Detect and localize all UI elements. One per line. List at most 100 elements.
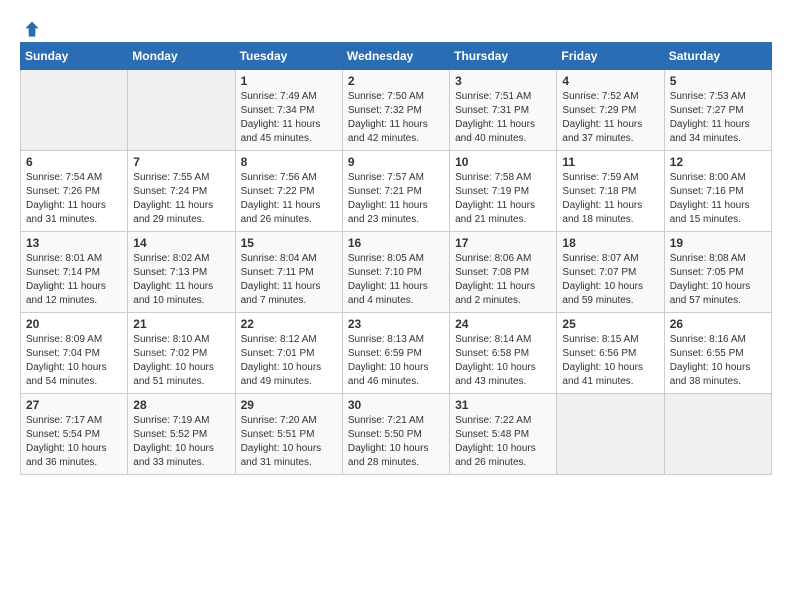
calendar-cell: 2Sunrise: 7:50 AM Sunset: 7:32 PM Daylig… (342, 70, 449, 151)
day-number: 9 (348, 155, 444, 169)
day-info: Sunrise: 7:59 AM Sunset: 7:18 PM Dayligh… (562, 171, 658, 227)
day-of-week-header: Tuesday (235, 43, 342, 70)
day-info: Sunrise: 7:20 AM Sunset: 5:51 PM Dayligh… (241, 414, 337, 470)
calendar-cell: 15 Sunrise: 8:04 AM Sunset: 7:11 PM Dayli… (235, 232, 342, 313)
day-of-week-header: Monday (128, 43, 235, 70)
day-info: Sunrise: 8:07 AM Sunset: 7:07 PM Dayligh… (562, 252, 658, 308)
calendar-cell: 27 Sunrise: 7:17 AM Sunset: 5:54 PM Dayli… (21, 394, 128, 475)
day-info: Sunrise: 8:15 AM Sunset: 6:56 PM Dayligh… (562, 333, 658, 389)
calendar-cell: 14 Sunrise: 8:02 AM Sunset: 7:13 PM Dayli… (128, 232, 235, 313)
day-of-week-header: Thursday (450, 43, 557, 70)
day-of-week-header: Sunday (21, 43, 128, 70)
day-info: Sunrise: 8:01 AM Sunset: 7:14 PM Dayligh… (26, 252, 122, 308)
calendar-header-row: SundayMondayTuesdayWednesdayThursdayFrid… (21, 43, 772, 70)
day-number: 21 (133, 317, 229, 331)
calendar-cell: 26Sunrise: 8:16 AM Sunset: 6:55 PM Dayli… (664, 313, 771, 394)
day-number: 28 (133, 398, 229, 412)
calendar-cell: 21 Sunrise: 8:10 AM Sunset: 7:02 PM Dayli… (128, 313, 235, 394)
calendar-cell: 10 Sunrise: 7:58 AM Sunset: 7:19 PM Dayli… (450, 151, 557, 232)
calendar-cell: 28 Sunrise: 7:19 AM Sunset: 5:52 PM Dayli… (128, 394, 235, 475)
logo (20, 20, 42, 32)
day-info: Sunrise: 8:02 AM Sunset: 7:13 PM Dayligh… (133, 252, 229, 308)
day-number: 3 (455, 74, 551, 88)
calendar-cell: 1 Sunrise: 7:49 AM Sunset: 7:34 PM Daylig… (235, 70, 342, 151)
day-number: 23 (348, 317, 444, 331)
calendar-cell: 20 Sunrise: 8:09 AM Sunset: 7:04 PM Dayli… (21, 313, 128, 394)
day-number: 1 (241, 74, 337, 88)
day-info: Sunrise: 7:52 AM Sunset: 7:29 PM Dayligh… (562, 90, 658, 146)
day-number: 16 (348, 236, 444, 250)
day-info: Sunrise: 8:12 AM Sunset: 7:01 PM Dayligh… (241, 333, 337, 389)
day-number: 4 (562, 74, 658, 88)
day-info: Sunrise: 7:51 AM Sunset: 7:31 PM Dayligh… (455, 90, 551, 146)
day-number: 14 (133, 236, 229, 250)
calendar-cell: 6 Sunrise: 7:54 AM Sunset: 7:26 PM Daylig… (21, 151, 128, 232)
calendar-week-row: 1 Sunrise: 7:49 AM Sunset: 7:34 PM Daylig… (21, 70, 772, 151)
day-of-week-header: Wednesday (342, 43, 449, 70)
calendar-cell: 30 Sunrise: 7:21 AM Sunset: 5:50 PM Dayli… (342, 394, 449, 475)
calendar-cell: 4 Sunrise: 7:52 AM Sunset: 7:29 PM Daylig… (557, 70, 664, 151)
day-info: Sunrise: 7:53 AM Sunset: 7:27 PM Dayligh… (670, 90, 766, 146)
day-number: 22 (241, 317, 337, 331)
calendar-cell: 18 Sunrise: 8:07 AM Sunset: 7:07 PM Dayli… (557, 232, 664, 313)
day-number: 20 (26, 317, 122, 331)
day-number: 18 (562, 236, 658, 250)
calendar-cell (557, 394, 664, 475)
day-number: 10 (455, 155, 551, 169)
day-info: Sunrise: 7:21 AM Sunset: 5:50 PM Dayligh… (348, 414, 444, 470)
day-info: Sunrise: 8:08 AM Sunset: 7:05 PM Dayligh… (670, 252, 766, 308)
day-info: Sunrise: 8:05 AM Sunset: 7:10 PM Dayligh… (348, 252, 444, 308)
calendar-cell: 7 Sunrise: 7:55 AM Sunset: 7:24 PM Daylig… (128, 151, 235, 232)
day-number: 12 (670, 155, 766, 169)
day-number: 11 (562, 155, 658, 169)
day-of-week-header: Friday (557, 43, 664, 70)
calendar-cell: 13 Sunrise: 8:01 AM Sunset: 7:14 PM Dayli… (21, 232, 128, 313)
calendar-cell: 23Sunrise: 8:13 AM Sunset: 6:59 PM Dayli… (342, 313, 449, 394)
calendar-week-row: 6 Sunrise: 7:54 AM Sunset: 7:26 PM Daylig… (21, 151, 772, 232)
calendar-cell (21, 70, 128, 151)
day-info: Sunrise: 8:10 AM Sunset: 7:02 PM Dayligh… (133, 333, 229, 389)
day-number: 5 (670, 74, 766, 88)
day-number: 15 (241, 236, 337, 250)
calendar-cell: 8Sunrise: 7:56 AM Sunset: 7:22 PM Daylig… (235, 151, 342, 232)
day-info: Sunrise: 8:06 AM Sunset: 7:08 PM Dayligh… (455, 252, 551, 308)
calendar-week-row: 13 Sunrise: 8:01 AM Sunset: 7:14 PM Dayli… (21, 232, 772, 313)
day-number: 17 (455, 236, 551, 250)
calendar-week-row: 20 Sunrise: 8:09 AM Sunset: 7:04 PM Dayli… (21, 313, 772, 394)
day-number: 27 (26, 398, 122, 412)
day-number: 24 (455, 317, 551, 331)
day-number: 25 (562, 317, 658, 331)
day-info: Sunrise: 7:57 AM Sunset: 7:21 PM Dayligh… (348, 171, 444, 227)
day-info: Sunrise: 7:54 AM Sunset: 7:26 PM Dayligh… (26, 171, 122, 227)
calendar-cell: 19Sunrise: 8:08 AM Sunset: 7:05 PM Dayli… (664, 232, 771, 313)
day-info: Sunrise: 7:19 AM Sunset: 5:52 PM Dayligh… (133, 414, 229, 470)
calendar-cell: 17 Sunrise: 8:06 AM Sunset: 7:08 PM Dayli… (450, 232, 557, 313)
calendar-cell: 29Sunrise: 7:20 AM Sunset: 5:51 PM Dayli… (235, 394, 342, 475)
day-info: Sunrise: 7:56 AM Sunset: 7:22 PM Dayligh… (241, 171, 337, 227)
day-info: Sunrise: 8:09 AM Sunset: 7:04 PM Dayligh… (26, 333, 122, 389)
calendar-cell: 25 Sunrise: 8:15 AM Sunset: 6:56 PM Dayli… (557, 313, 664, 394)
day-of-week-header: Saturday (664, 43, 771, 70)
calendar-cell: 22 Sunrise: 8:12 AM Sunset: 7:01 PM Dayli… (235, 313, 342, 394)
calendar-table: SundayMondayTuesdayWednesdayThursdayFrid… (20, 42, 772, 475)
day-number: 13 (26, 236, 122, 250)
calendar-cell: 16 Sunrise: 8:05 AM Sunset: 7:10 PM Dayli… (342, 232, 449, 313)
day-number: 7 (133, 155, 229, 169)
calendar-cell: 31Sunrise: 7:22 AM Sunset: 5:48 PM Dayli… (450, 394, 557, 475)
day-info: Sunrise: 8:04 AM Sunset: 7:11 PM Dayligh… (241, 252, 337, 308)
day-info: Sunrise: 8:00 AM Sunset: 7:16 PM Dayligh… (670, 171, 766, 227)
calendar-week-row: 27 Sunrise: 7:17 AM Sunset: 5:54 PM Dayli… (21, 394, 772, 475)
day-info: Sunrise: 7:17 AM Sunset: 5:54 PM Dayligh… (26, 414, 122, 470)
day-info: Sunrise: 8:14 AM Sunset: 6:58 PM Dayligh… (455, 333, 551, 389)
day-info: Sunrise: 7:58 AM Sunset: 7:19 PM Dayligh… (455, 171, 551, 227)
day-number: 6 (26, 155, 122, 169)
day-info: Sunrise: 7:49 AM Sunset: 7:34 PM Dayligh… (241, 90, 337, 146)
calendar-cell (664, 394, 771, 475)
calendar-cell: 9 Sunrise: 7:57 AM Sunset: 7:21 PM Daylig… (342, 151, 449, 232)
day-number: 31 (455, 398, 551, 412)
day-number: 30 (348, 398, 444, 412)
day-info: Sunrise: 8:16 AM Sunset: 6:55 PM Dayligh… (670, 333, 766, 389)
day-info: Sunrise: 7:55 AM Sunset: 7:24 PM Dayligh… (133, 171, 229, 227)
calendar-cell: 24 Sunrise: 8:14 AM Sunset: 6:58 PM Dayli… (450, 313, 557, 394)
calendar-cell: 11 Sunrise: 7:59 AM Sunset: 7:18 PM Dayli… (557, 151, 664, 232)
